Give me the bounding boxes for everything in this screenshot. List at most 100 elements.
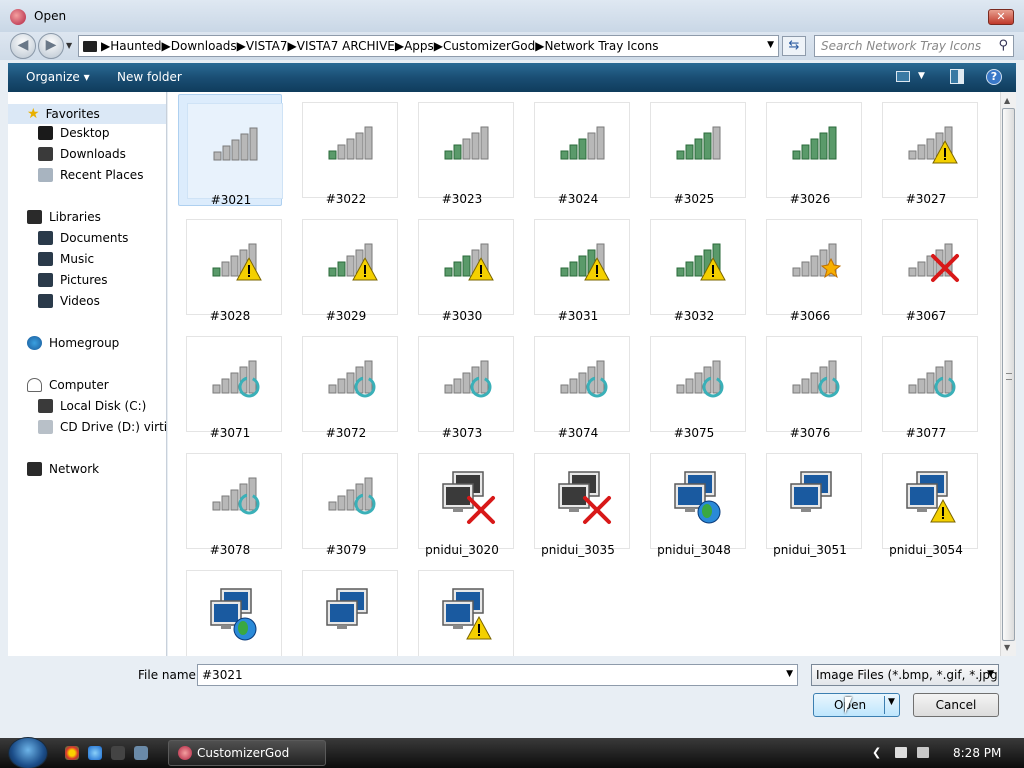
file-item[interactable]: #3074 — [526, 328, 630, 440]
signal-strength-icon — [908, 243, 959, 282]
sidebar-libraries[interactable]: Libraries — [27, 210, 101, 224]
scrollbar-thumb[interactable] — [1002, 108, 1015, 641]
file-item[interactable]: #3022 — [294, 94, 398, 206]
back-button[interactable]: ◀ — [10, 33, 36, 59]
breadcrumb-item[interactable]: CustomizerGod — [443, 39, 535, 53]
file-item[interactable]: pnidui_3051 — [758, 445, 862, 557]
search-icon[interactable]: ⚲ — [998, 38, 1008, 53]
file-item[interactable]: #3078 — [178, 445, 282, 557]
file-item[interactable]: pnidui_3020 — [410, 445, 514, 557]
view-options-dropdown[interactable]: ▼ — [918, 71, 925, 81]
file-item[interactable]: #3032 — [642, 211, 746, 323]
recent-pages-dropdown[interactable]: ▼ — [66, 41, 72, 50]
signal-bar — [328, 501, 337, 511]
file-name-input[interactable]: #3021 ▼ — [197, 664, 798, 686]
file-item[interactable]: #3075 — [642, 328, 746, 440]
cancel-button[interactable]: Cancel — [913, 693, 999, 717]
sidebar-item-videos[interactable]: Videos — [38, 294, 100, 308]
file-item[interactable]: #3071 — [178, 328, 282, 440]
forward-button[interactable]: ▶ — [38, 33, 64, 59]
sidebar-homegroup[interactable]: Homegroup — [27, 336, 119, 350]
file-item[interactable]: pnidui_3035 — [526, 445, 630, 557]
start-button[interactable] — [8, 737, 48, 768]
scroll-up-icon[interactable]: ▲ — [1004, 96, 1010, 105]
scroll-down-icon[interactable]: ▼ — [1004, 643, 1010, 652]
sidebar-item-cd-drive[interactable]: CD Drive (D:) virtio-win — [38, 420, 166, 434]
taskbar-app-customizergod[interactable]: CustomizerGod — [168, 740, 326, 766]
breadcrumb-separator-icon[interactable]: ▶ — [237, 39, 246, 53]
new-folder-button[interactable]: New folder — [117, 70, 182, 84]
media-icon[interactable] — [111, 746, 125, 760]
file-item[interactable]: pnidui_3054 — [874, 445, 978, 557]
change-view-icon[interactable] — [896, 71, 910, 82]
sidebar-item-label: Documents — [60, 231, 129, 245]
file-item[interactable]: #3026 — [758, 94, 862, 206]
breadcrumb-separator-icon[interactable]: ▶ — [434, 39, 443, 53]
sidebar-item-pictures[interactable]: Pictures — [38, 273, 108, 287]
sidebar-favorites[interactable]: ★ Favorites — [8, 104, 166, 124]
file-item[interactable]: #3029 — [294, 211, 398, 323]
volume-tray-icon[interactable] — [917, 747, 929, 758]
file-item[interactable]: #3077 — [874, 328, 978, 440]
sidebar-item-music[interactable]: Music — [38, 252, 94, 266]
sidebar-network[interactable]: Network — [27, 462, 99, 476]
sidebar-item-recent-places[interactable]: Recent Places — [38, 168, 143, 182]
file-item[interactable]: #3067 — [874, 211, 978, 323]
file-item[interactable]: #3028 — [178, 211, 282, 323]
breadcrumb-separator-icon[interactable]: ▶ — [101, 39, 110, 53]
computer-root-icon[interactable] — [83, 40, 97, 52]
sidebar-computer[interactable]: Computer — [27, 378, 109, 392]
file-item[interactable]: #3073 — [410, 328, 514, 440]
explorer-icon[interactable] — [134, 746, 148, 760]
clock[interactable]: 8:28 PM — [953, 746, 1001, 760]
open-options-dropdown[interactable]: ▼ — [888, 697, 895, 707]
file-item[interactable]: pnidui_3048 — [642, 445, 746, 557]
address-dropdown[interactable]: ▼ — [767, 40, 774, 50]
file-item[interactable]: #3027 — [874, 94, 978, 206]
file-name: #3073 — [441, 426, 483, 440]
breadcrumb-separator-icon[interactable]: ▶ — [288, 39, 297, 53]
file-type-select[interactable]: Image Files (*.bmp, *.gif, *.jpg, ▼ — [811, 664, 999, 686]
chevron-down-icon[interactable]: ▼ — [987, 669, 994, 679]
help-icon[interactable]: ? — [986, 69, 1002, 85]
sidebar-item-documents[interactable]: Documents — [38, 231, 128, 245]
internet-explorer-icon[interactable] — [88, 746, 102, 760]
vertical-scrollbar[interactable]: ▲ ▼ — [1000, 92, 1016, 656]
file-item[interactable]: #3072 — [294, 328, 398, 440]
breadcrumb-item[interactable]: Network Tray Icons — [544, 39, 658, 53]
file-item[interactable] — [178, 562, 282, 656]
sidebar-item-desktop[interactable]: Desktop — [38, 126, 110, 140]
file-name-dropdown[interactable]: ▼ — [786, 669, 793, 679]
search-input[interactable]: Search Network Tray Icons ⚲ — [814, 35, 1014, 57]
breadcrumb-separator-icon[interactable]: ▶ — [535, 39, 544, 53]
sidebar-item-downloads[interactable]: Downloads — [38, 147, 126, 161]
breadcrumb-item[interactable]: Apps — [404, 39, 434, 53]
open-button[interactable]: Open ▼ — [813, 693, 900, 717]
breadcrumb-item[interactable]: VISTA7 — [246, 39, 288, 53]
breadcrumb-item[interactable]: Haunted — [110, 39, 161, 53]
refresh-button[interactable]: ⇆ — [782, 36, 806, 56]
file-item[interactable]: #3025 — [642, 94, 746, 206]
breadcrumb-separator-icon[interactable]: ▶ — [162, 39, 171, 53]
file-item[interactable]: #3023 — [410, 94, 514, 206]
file-item[interactable]: #3066 — [758, 211, 862, 323]
file-item[interactable]: #3021 — [178, 94, 283, 207]
breadcrumb-item[interactable]: Downloads — [171, 39, 237, 53]
breadcrumb-separator-icon[interactable]: ▶ — [395, 39, 404, 53]
file-item[interactable] — [410, 562, 514, 656]
file-item[interactable]: #3031 — [526, 211, 630, 323]
file-item[interactable]: #3076 — [758, 328, 862, 440]
file-item[interactable]: #3030 — [410, 211, 514, 323]
preview-pane-icon[interactable] — [950, 69, 964, 84]
chrome-icon[interactable] — [65, 746, 79, 760]
show-hidden-icons-button[interactable]: ❮ — [872, 746, 881, 759]
file-item[interactable] — [294, 562, 398, 656]
organize-button[interactable]: Organize ▾ — [26, 70, 90, 84]
breadcrumb-item[interactable]: VISTA7 ARCHIVE — [297, 39, 395, 53]
network-tray-icon[interactable] — [895, 747, 907, 758]
file-item[interactable]: #3024 — [526, 94, 630, 206]
close-button[interactable]: ✕ — [988, 9, 1014, 25]
sidebar-item-local-disk[interactable]: Local Disk (C:) — [38, 399, 146, 413]
address-bar[interactable]: ▶ Haunted ▶ Downloads ▶ VISTA7 ▶ VISTA7 ARCHIVE… — [78, 35, 779, 57]
file-item[interactable]: #3079 — [294, 445, 398, 557]
